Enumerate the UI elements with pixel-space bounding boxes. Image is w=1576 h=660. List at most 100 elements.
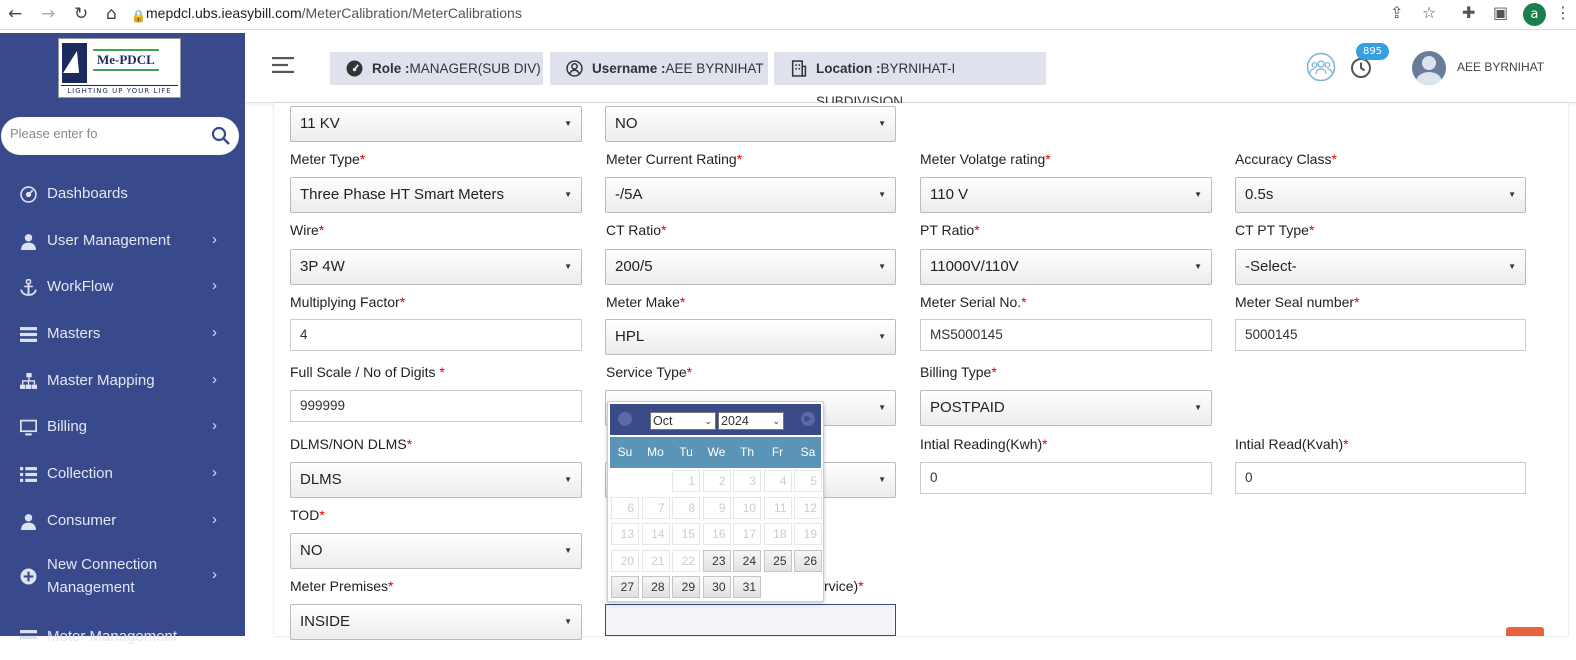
service-type-label: Service Type* (606, 364, 693, 380)
prev-month-icon[interactable] (618, 412, 632, 426)
ct-ratio-select[interactable]: 200/5 ▼ (605, 249, 896, 285)
search-box[interactable] (1, 117, 239, 155)
date-input[interactable] (605, 604, 896, 636)
sidebar-item-collection[interactable]: Collection › (0, 453, 245, 497)
role-label: Role : (372, 61, 410, 76)
calendar-day[interactable]: 27 (611, 576, 639, 598)
calendar-day[interactable]: 26 (794, 549, 822, 572)
calendar-day: 7 (641, 496, 670, 519)
year-select[interactable]: 2024 ⌄ (718, 412, 784, 430)
users-group-icon[interactable] (1306, 52, 1336, 82)
pt-ratio-select[interactable]: 11000V/110V ▼ (920, 249, 1212, 285)
meter-make-select[interactable]: HPL ▼ (605, 319, 896, 355)
sidebar-item-meter-management[interactable]: Meter Management (0, 616, 245, 660)
calendar-day[interactable]: 25 (763, 549, 792, 572)
reload-icon[interactable]: ↻ (74, 2, 88, 26)
forward-icon[interactable]: → (41, 2, 55, 26)
search-icon[interactable] (211, 126, 231, 146)
sidebar-item-label: Collection (47, 465, 113, 482)
calendar-day: 11 (763, 496, 792, 519)
plus-circle-icon (20, 568, 37, 585)
chevron-down-icon: ⌄ (772, 416, 780, 426)
full-scale-input[interactable]: 999999 (290, 390, 582, 422)
avatar[interactable] (1412, 51, 1446, 85)
calendar-day[interactable]: 29 (672, 576, 700, 598)
star-icon[interactable]: ☆ (1422, 3, 1436, 22)
clock-icon[interactable] (1350, 57, 1372, 79)
chevron-down-icon: ▼ (878, 475, 886, 484)
scroll-top-button[interactable] (1506, 627, 1544, 636)
search-input[interactable] (10, 126, 200, 141)
chevron-down-icon: ▼ (1508, 262, 1516, 271)
tod-select[interactable]: NO ▼ (290, 533, 582, 569)
calendar-day: 17 (733, 523, 761, 545)
extensions-icon[interactable]: ✚ (1462, 3, 1475, 22)
calendar-day[interactable]: 23 (702, 549, 731, 572)
initial-read-kvah-input[interactable]: 0 (1235, 462, 1526, 494)
meter-current-rating-select[interactable]: -/5A ▼ (605, 177, 896, 213)
chevron-down-icon: ▼ (564, 119, 572, 128)
meter-seal-number-input[interactable]: 5000145 (1235, 319, 1526, 351)
sidebar-item-workflow[interactable]: WorkFlow › (0, 266, 245, 310)
sidebar-item-new-connection[interactable]: New Connection Management › (0, 555, 245, 605)
calendar-day: 20 (611, 549, 639, 572)
sidebar-item-billing[interactable]: Billing › (0, 406, 245, 450)
meter-serial-no-input[interactable]: MS5000145 (920, 319, 1212, 351)
multiplying-factor-input[interactable]: 4 (290, 319, 582, 351)
sidebar-item-consumer[interactable]: Consumer › (0, 500, 245, 544)
sidebar-item-dashboards[interactable]: Dashboards (0, 173, 245, 217)
initial-reading-kwh-input[interactable]: 0 (920, 462, 1212, 494)
select-value: INSIDE (300, 613, 351, 630)
initial-read-kvah-label: Intial Read(Kvah)* (1235, 436, 1349, 452)
dlms-select[interactable]: DLMS ▼ (290, 462, 582, 498)
calendar-day[interactable]: 31 (733, 576, 761, 598)
sidebar-item-user-management[interactable]: User Management › (0, 220, 245, 264)
top-header: Role :MANAGER(SUB DIV) Username :AEE BYR… (245, 33, 1576, 109)
browser-toolbar: ← → ↻ ⌂ 🔒 mepdcl.ubs.ieasybill.com/Meter… (0, 0, 1576, 30)
header-user-name[interactable]: AEE BYRNIHAT (1457, 60, 1544, 74)
ct-pt-type-select[interactable]: -Select- ▼ (1235, 249, 1526, 285)
sidebar-item-masters[interactable]: Masters › (0, 313, 245, 357)
select-value: 0.5s (1245, 186, 1274, 203)
calendar-day[interactable]: 28 (641, 576, 670, 598)
pt-ratio-label: PT Ratio* (920, 222, 980, 238)
sidebar-item-master-mapping[interactable]: Master Mapping › (0, 360, 245, 404)
chevron-right-icon: › (212, 464, 217, 481)
datepicker: Oct ⌄ 2024 ⌄ ▶ Su Mo Tu We Th Fr Sa 1 2 3 4 5 6 7 8 9 10 1… (607, 401, 824, 602)
meter-premises-select[interactable]: INSIDE ▼ (290, 604, 582, 640)
calendar-day[interactable]: 30 (702, 576, 731, 598)
voltage-select[interactable]: 11 KV ▼ (290, 106, 582, 142)
meter-voltage-rating-select[interactable]: 110 V ▼ (920, 177, 1212, 213)
username-value: AEE BYRNIHAT (665, 61, 764, 76)
initial-reading-kwh-label: Intial Reading(Kwh)* (920, 436, 1048, 452)
billing-type-select[interactable]: POSTPAID ▼ (920, 390, 1212, 426)
hamburger-menu-icon[interactable] (272, 57, 294, 73)
share-icon[interactable]: ⇪ (1390, 3, 1403, 22)
sidepanel-icon[interactable]: ▣ (1493, 3, 1508, 22)
calendar-day: 4 (763, 470, 792, 492)
calendar-day[interactable]: 24 (733, 549, 761, 572)
meter-type-select[interactable]: Three Phase HT Smart Meters ▼ (290, 177, 582, 213)
select-value: 11 KV (300, 115, 340, 132)
location-pill: Location :BYRNIHAT-I SUBDIVISION (774, 52, 1046, 109)
home-icon[interactable]: ⌂ (106, 2, 117, 26)
chevron-down-icon: ▼ (878, 190, 886, 199)
month-select[interactable]: Oct ⌄ (650, 412, 716, 430)
lock-icon[interactable]: 🔒 (131, 4, 146, 28)
next-month-icon[interactable]: ▶ (801, 412, 815, 426)
menu-dots-icon[interactable]: ⋮ (1555, 3, 1571, 22)
profile-avatar[interactable]: a (1523, 3, 1546, 26)
back-icon[interactable]: ← (8, 2, 22, 26)
wire-select[interactable]: 3P 4W ▼ (290, 249, 582, 285)
weekday-label: Sa (800, 445, 816, 459)
meter-voltage-rating-label: Meter Volatge rating* (920, 151, 1051, 167)
address-bar[interactable]: mepdcl.ubs.ieasybill.com/MeterCalibratio… (146, 5, 522, 21)
notification-badge[interactable]: 895 (1356, 43, 1389, 60)
speedometer-icon (346, 60, 363, 77)
top-second-select[interactable]: NO ▼ (605, 106, 896, 142)
accuracy-class-select[interactable]: 0.5s ▼ (1235, 177, 1526, 213)
datepicker-header: Oct ⌄ 2024 ⌄ ▶ (610, 404, 821, 435)
ct-pt-type-label: CT PT Type* (1235, 222, 1315, 238)
date-field-label: rvice)* (824, 578, 864, 594)
accuracy-class-label: Accuracy Class* (1235, 151, 1337, 167)
